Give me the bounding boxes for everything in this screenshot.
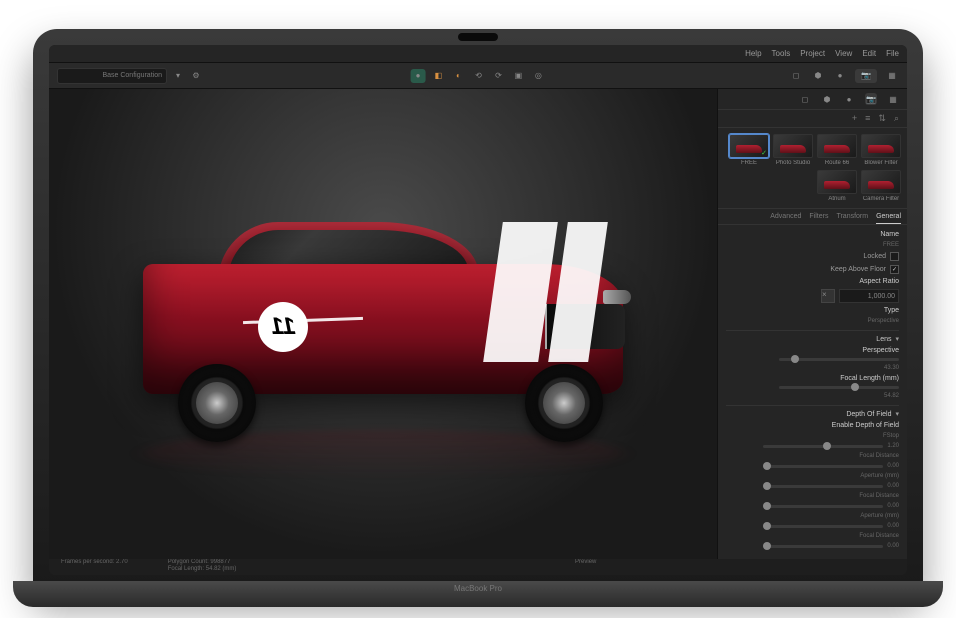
search-icon[interactable]: ⌕ [894, 113, 899, 124]
material-icon[interactable]: ◧ [431, 69, 445, 83]
thumb-camera-filter[interactable]: Camera Filter [861, 170, 901, 202]
thumb-free[interactable]: FREE [729, 134, 769, 166]
property-tabs: Advanced Filters Transform General [718, 209, 907, 225]
panel-tab-sphere-icon[interactable]: ● [843, 93, 855, 105]
filter-icon[interactable]: ⇅ [878, 113, 886, 124]
gear-icon[interactable]: ⚙ [189, 69, 203, 83]
aperture2-label: Aperture (mm) [860, 513, 899, 519]
panel-tab-grid-icon[interactable]: ▦ [887, 93, 899, 105]
toolbar: Base Configuration ▾ ⚙ ● ◧ ◐ ⟲ ⟳ ▣ ◎ ◻ ⬢… [49, 63, 907, 89]
thumb-route-66[interactable]: Route 66 [817, 134, 857, 166]
name-label: Name [880, 231, 899, 238]
menubar: Help Tools Project View Edit File [49, 45, 907, 63]
menu-project[interactable]: Project [800, 49, 825, 58]
add-icon[interactable]: + [852, 113, 857, 124]
collapse-icon[interactable]: ▾ [895, 410, 899, 418]
focal-length-slider[interactable] [779, 386, 899, 389]
aspect-label: Aspect Ratio [859, 278, 899, 285]
lens-section-label: Lens [876, 336, 891, 343]
lighting-icon[interactable]: ◐ [451, 69, 465, 83]
aperture-icon[interactable]: ◎ [531, 69, 545, 83]
camera-icon[interactable]: 📷 [855, 69, 877, 83]
locked-label: Locked [863, 253, 886, 260]
locked-checkbox[interactable] [890, 252, 899, 261]
dof-section-label: Depth Of Field [846, 411, 891, 418]
statusbar: Frames per second: 2.70 Polygon Count: 9… [49, 559, 907, 575]
focal-dist-label: Focal Distance [859, 453, 899, 459]
thumb-atrium[interactable]: Atrium [817, 170, 857, 202]
laptop-frame: Help Tools Project View Edit File Base C… [33, 29, 923, 589]
render-mode-icon[interactable]: ● [411, 69, 426, 83]
chevron-down-icon[interactable]: ▾ [171, 69, 185, 83]
viewport[interactable]: 11 [49, 89, 717, 559]
app-screen: Help Tools Project View Edit File Base C… [49, 45, 907, 575]
focal-dist2-label: Focal Distance [859, 493, 899, 499]
aperture2-slider[interactable] [763, 525, 883, 528]
menu-help[interactable]: Help [745, 49, 761, 58]
aperture-label: Aperture (mm) [860, 473, 899, 479]
menu-file[interactable]: File [886, 49, 899, 58]
thumb-photo-studio[interactable]: Photo Studio [773, 134, 813, 166]
enable-dof-label: Enable Depth of Field [832, 422, 899, 429]
keep-above-checkbox[interactable] [890, 265, 899, 274]
focal-dist3-slider[interactable] [763, 545, 883, 548]
laptop-base: MacBook Pro [13, 581, 943, 607]
aperture-slider[interactable] [763, 485, 883, 488]
focal-length-label: Focal Length (mm) [840, 375, 899, 382]
right-panel: ◻ ⬢ ● 📷 ▦ + ≡ ⇅ ⌕ FREE Photo Studio Rout… [717, 89, 907, 559]
status-poly: Polygon Count: 998877 Focal Length: 54.8… [168, 559, 237, 573]
aspect-input[interactable] [839, 289, 899, 303]
panel-tab-cylinder-icon[interactable]: ⬢ [821, 93, 833, 105]
cube-icon[interactable]: ◻ [789, 69, 803, 83]
aspect-clear-button[interactable]: × [821, 289, 835, 303]
laptop-notch [458, 33, 498, 41]
save-icon[interactable]: ▣ [511, 69, 525, 83]
tab-transform[interactable]: Transform [836, 213, 868, 224]
focal-dist2-slider[interactable] [763, 505, 883, 508]
configurator-dropdown[interactable]: Base Configuration [57, 68, 167, 84]
cylinder-icon[interactable]: ⬢ [811, 69, 825, 83]
menu-edit[interactable]: Edit [862, 49, 876, 58]
car-model: 11 [133, 194, 633, 454]
thumb-blower-filter[interactable]: Blower Filter [861, 134, 901, 166]
status-preview: Preview [575, 559, 596, 565]
sphere-icon[interactable]: ● [833, 69, 847, 83]
focal-length-value: 54.82 [884, 393, 899, 399]
name-value: FREE [883, 242, 899, 248]
perspective-value: 43.30 [884, 365, 899, 371]
perspective-slider[interactable] [779, 358, 899, 361]
panel-tab-camera-icon[interactable]: 📷 [865, 93, 877, 105]
panel-tab-cube-icon[interactable]: ◻ [799, 93, 811, 105]
focal-dist-slider[interactable] [763, 465, 883, 468]
fstop-slider[interactable] [763, 445, 883, 448]
menu-tools[interactable]: Tools [772, 49, 791, 58]
tab-filters[interactable]: Filters [809, 213, 828, 224]
tab-general[interactable]: General [876, 213, 901, 224]
sync-icon[interactable]: ⟳ [491, 69, 505, 83]
list-icon[interactable]: ≡ [865, 113, 870, 124]
fstop-label: FStop [883, 433, 899, 439]
properties-panel: Name FREE Locked Keep Above Floor Aspect… [718, 225, 907, 559]
collapse-icon[interactable]: ▾ [895, 335, 899, 343]
perspective-label: Perspective [862, 347, 899, 354]
panels-icon[interactable]: ▦ [885, 69, 899, 83]
keep-above-label: Keep Above Floor [830, 266, 886, 273]
camera-thumbnails: FREE Photo Studio Route 66 Blower Filter… [718, 128, 907, 209]
menu-view[interactable]: View [835, 49, 852, 58]
status-fps: Frames per second: 2.70 [61, 559, 128, 566]
refresh-icon[interactable]: ⟲ [471, 69, 485, 83]
type-label: Type [884, 307, 899, 314]
focal-dist3-label: Focal Distance [859, 533, 899, 539]
type-value: Perspective [868, 318, 899, 324]
tab-advanced[interactable]: Advanced [770, 213, 801, 224]
